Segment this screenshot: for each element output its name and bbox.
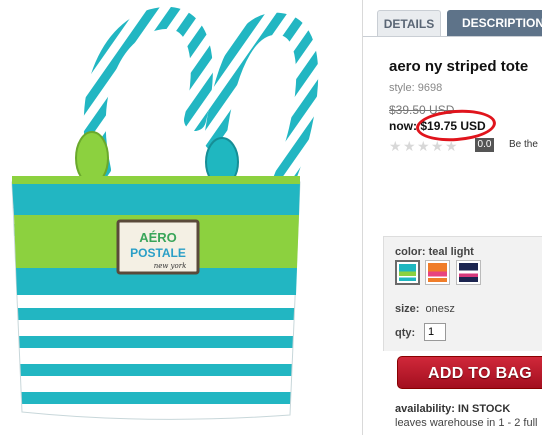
- now-label: now:: [389, 119, 417, 133]
- logo-text-bottom: POSTALE: [130, 246, 186, 260]
- product-title: aero ny striped tote: [389, 58, 529, 75]
- size-label: size: onesz: [395, 303, 455, 315]
- product-details-panel: DETAILS DESCRIPTION aero ny striped tote…: [363, 0, 542, 435]
- size-value: onesz: [425, 303, 455, 315]
- swatch-orange[interactable]: [425, 260, 450, 285]
- rating-row: ★★★★★ 0.0 Be the: [389, 138, 538, 153]
- qty-label: qty:: [395, 327, 416, 339]
- tab-description[interactable]: DESCRIPTION: [447, 10, 542, 36]
- swatch-teal-light[interactable]: [395, 260, 420, 285]
- swatch-navy[interactable]: [456, 260, 481, 285]
- tab-underline: [363, 36, 542, 37]
- availability-status: IN STOCK: [457, 403, 511, 415]
- star-icon[interactable]: ★: [389, 139, 403, 153]
- logo-script: new york: [154, 262, 187, 270]
- star-icon[interactable]: ★: [431, 139, 445, 153]
- product-image[interactable]: AÉRO POSTALE new york: [0, 0, 360, 435]
- rating-score: 0.0: [475, 138, 494, 152]
- logo-text-top: AÉRO: [139, 230, 177, 245]
- size-label-text: size:: [395, 303, 420, 315]
- availability-line: availability: IN STOCK: [395, 403, 510, 415]
- tab-details[interactable]: DETAILS: [377, 10, 441, 36]
- warehouse-note: leaves warehouse in 1 - 2 full: [395, 417, 538, 429]
- availability-label: availability:: [395, 403, 455, 415]
- review-prompt-link[interactable]: Be the: [509, 139, 538, 150]
- tote-bag-illustration: AÉRO POSTALE new york: [11, 7, 319, 420]
- color-label: color: teal light: [395, 246, 474, 258]
- brand-patch: AÉRO POSTALE new york: [116, 219, 200, 275]
- star-icon[interactable]: ★: [403, 139, 417, 153]
- add-to-bag-button[interactable]: ADD TO BAG: [397, 356, 542, 389]
- product-page: AÉRO POSTALE new york DETAILS DESCRIPTIO…: [0, 0, 542, 435]
- style-number: style: 9698: [389, 82, 443, 94]
- star-icon[interactable]: ★: [445, 139, 459, 153]
- star-icon[interactable]: ★: [417, 139, 431, 153]
- quantity-input[interactable]: [424, 323, 446, 341]
